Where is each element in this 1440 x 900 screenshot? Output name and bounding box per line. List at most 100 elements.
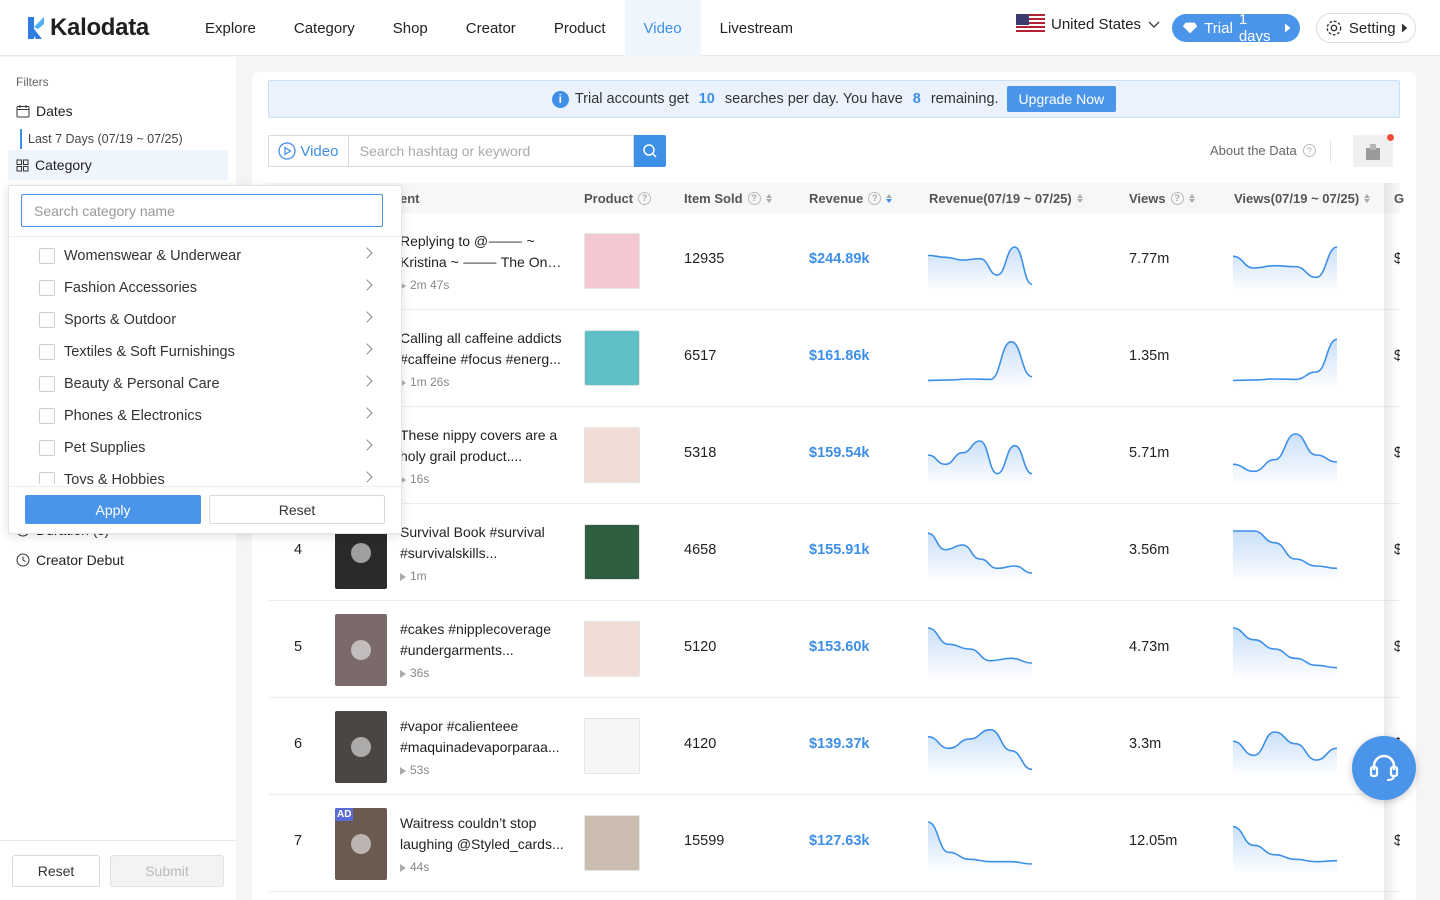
info-icon: i [551,90,569,108]
filter-dates[interactable]: Dates [16,103,73,119]
category-item[interactable]: Pet Supplies [9,432,401,464]
chevron-right-icon[interactable] [361,311,373,323]
category-item[interactable]: Textiles & Soft Furnishings [9,336,401,368]
checkbox[interactable] [39,280,55,296]
sort-icon[interactable] [1188,193,1195,203]
video-description[interactable]: These nippy covers are a holy grail prod… [400,425,565,490]
table-row[interactable]: 6 #vapor #calienteee #maquinadevaporparaa… [268,698,1400,795]
col-revenue[interactable]: Revenue? [809,183,893,213]
product-image[interactable] [584,330,640,386]
country-selector[interactable]: United States [1016,14,1161,34]
dates-value[interactable]: Last 7 Days (07/19 ~ 07/25) [20,129,183,149]
category-item[interactable]: Phones & Electronics [9,400,401,432]
col-revenue-range[interactable]: Revenue(07/19 ~ 07/25) [929,183,1083,213]
col-item-sold[interactable]: Item Sold? [684,183,772,213]
video-description[interactable]: Waitress couldn’t stop laughing @Styled_… [400,813,565,878]
category-search-input[interactable]: Search category name [21,194,383,227]
submit-button[interactable]: Submit [110,855,224,887]
checkbox[interactable] [39,248,55,264]
dropdown-reset-button[interactable]: Reset [209,495,385,524]
sort-icon[interactable] [1364,193,1371,203]
checkbox[interactable] [39,312,55,328]
revenue: $244.89k [809,251,870,267]
product-image[interactable] [584,815,640,871]
col-views-range[interactable]: Views(07/19 ~ 07/25) [1234,183,1371,213]
chevron-right-icon[interactable] [361,407,373,419]
rank: 6 [294,736,303,752]
chevron-right-icon[interactable] [361,471,373,483]
video-description[interactable]: Survival Book #survival #survivalskills.… [400,522,565,587]
video-thumbnail[interactable] [335,711,387,783]
video-description[interactable]: #vapor #calienteee #maquinadevaporparaa.… [400,716,565,781]
views-trend-chart [1233,627,1337,677]
nav-video[interactable]: Video [624,0,701,56]
sort-icon[interactable] [765,193,772,203]
video-description[interactable]: Calling all caffeine addicts #caffeine #… [400,328,565,393]
trial-badge[interactable]: Trial 1 days [1172,11,1300,45]
category-dropdown: Search category name Womenswear & Underw… [8,185,402,534]
chevron-right-icon[interactable] [361,247,373,259]
category-item[interactable]: Womenswear & Underwear [9,240,401,272]
product-image[interactable] [584,233,640,289]
about-the-data[interactable]: About the Data ? [1210,143,1316,158]
product-image[interactable] [584,427,640,483]
clock-icon [16,553,30,567]
upgrade-now-button[interactable]: Upgrade Now [1006,86,1117,112]
video-title: Calling all caffeine addicts #caffeine #… [400,330,562,367]
video-description[interactable]: Replying to @⸻ ~ Kristina ~ ⸻ The One Si… [400,231,565,296]
setting-button[interactable]: Setting [1316,13,1416,43]
nav-shop[interactable]: Shop [374,0,447,56]
table-row[interactable]: 5 #cakes #nipplecoverage #undergarments..… [268,601,1400,698]
nav-creator[interactable]: Creator [447,0,535,56]
checkbox[interactable] [39,376,55,392]
category-item[interactable]: Sports & Outdoor [9,304,401,336]
chevron-right-icon[interactable] [361,375,373,387]
nav-livestream[interactable]: Livestream [701,0,812,56]
apply-button[interactable]: Apply [25,495,201,524]
play-icon [400,669,406,678]
category-item[interactable]: Toys & Hobbies [9,464,401,484]
video-tab[interactable]: Video [268,135,348,167]
col-content: ent [400,190,420,206]
us-flag-icon [1016,14,1045,34]
logo[interactable]: Kalodata [26,14,149,42]
table-row[interactable]: Replying to @⸻ ~ Kristina ~ ⸻ The One Si… [268,213,1400,310]
checkbox[interactable] [39,344,55,360]
nav-product[interactable]: Product [535,0,625,56]
filter-creator-debut[interactable]: Creator Debut [16,552,124,568]
col-views[interactable]: Views? [1129,183,1195,213]
table-row[interactable]: 7 AD Waitress couldn’t stop laughing @Styl… [268,795,1400,892]
nav-explore[interactable]: Explore [186,0,275,56]
sort-icon[interactable] [886,193,893,203]
category-item[interactable]: Beauty & Personal Care [9,368,401,400]
table-row[interactable]: These nippy covers are a holy grail prod… [268,407,1400,504]
chevron-right-icon[interactable] [361,279,373,291]
filter-category[interactable]: Category [8,150,228,180]
product-image[interactable] [584,524,640,580]
table-row[interactable]: 4 Survival Book #survival #survivalskills… [268,504,1400,601]
chevron-right-icon[interactable] [361,343,373,355]
search-input[interactable]: Search hashtag or keyword [347,135,635,167]
checkbox[interactable] [39,440,55,456]
caret-right-icon [1401,23,1407,33]
views: 3.3m [1129,736,1162,752]
sort-icon[interactable] [1076,193,1083,203]
video-description[interactable]: #cakes #nipplecoverage #undergarments...… [400,619,565,684]
duration-text: 44s [410,860,430,874]
revenue: $161.86k [809,348,870,364]
col-revenue-range-label: Revenue(07/19 ~ 07/25) [929,190,1072,206]
category-item[interactable]: Fashion Accessories [9,272,401,304]
nav-category[interactable]: Category [275,0,374,56]
support-button[interactable] [1352,736,1416,800]
chevron-right-icon[interactable] [361,439,373,451]
checkbox[interactable] [39,408,55,424]
views: 5.71m [1129,445,1170,461]
reset-button[interactable]: Reset [12,855,100,887]
product-image[interactable] [584,621,640,677]
checkbox[interactable] [39,472,55,484]
video-thumbnail[interactable] [335,614,387,686]
table-row[interactable]: Calling all caffeine addicts #caffeine #… [268,310,1400,407]
product-image[interactable] [584,718,640,774]
search-button[interactable] [634,135,666,167]
video-thumbnail[interactable]: AD [335,808,387,880]
